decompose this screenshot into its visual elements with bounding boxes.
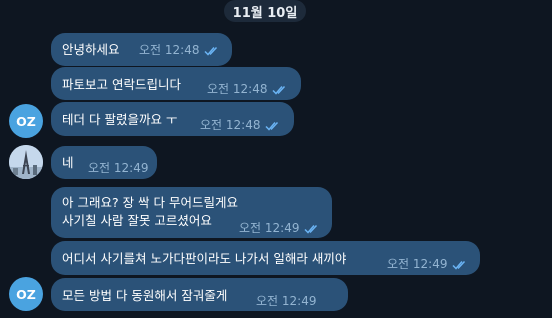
message-bubble[interactable]: 네 오전 12:49 <box>51 146 157 179</box>
double-check-icon <box>204 46 218 56</box>
message-text: 어디서 사기를쳐 노가다판이라도 나가서 일해라 새끼야 <box>62 251 347 266</box>
double-check-icon <box>265 121 279 131</box>
message-text: 네 <box>62 155 74 170</box>
message-text-line2: 사기칠 사람 잘못 고르셨어요 <box>62 213 212 228</box>
avatar-initials: OZ <box>16 286 36 302</box>
message-text: 파토보고 연락드립니다 <box>62 77 181 92</box>
message-bubble[interactable]: 안녕하세요 오전 12:48 <box>51 33 232 66</box>
message-bubble[interactable]: 모든 방법 다 동원해서 잠궈줄게 오전 12:49 <box>51 278 348 311</box>
message-meta: 오전 12:49 <box>239 219 320 238</box>
message-meta: 오전 12:49 <box>88 159 148 178</box>
date-label: 11월 10일 <box>232 5 298 21</box>
avatar-initials: OZ <box>16 113 36 129</box>
double-check-icon <box>304 224 318 234</box>
date-separator: 11월 10일 <box>224 0 306 22</box>
message-meta: 오전 12:48 <box>200 116 281 135</box>
message-time: 오전 12:49 <box>387 257 448 271</box>
message-text: 모든 방법 다 동원해서 잠궈줄게 <box>62 288 228 303</box>
avatar-oz[interactable]: OZ <box>9 104 43 138</box>
eiffel-tower-icon <box>9 145 43 179</box>
message-text: 안녕하세요 <box>62 42 120 57</box>
message-time: 오전 12:48 <box>207 82 268 96</box>
message-time: 오전 12:49 <box>239 221 300 235</box>
message-time: 오전 12:48 <box>200 118 261 132</box>
double-check-icon <box>452 260 466 270</box>
message-time: 오전 12:49 <box>256 294 317 308</box>
message-meta: 오전 12:48 <box>139 41 220 60</box>
message-bubble[interactable]: 파토보고 연락드립니다 오전 12:48 <box>51 67 301 100</box>
message-bubble[interactable]: 아 그래요? 장 싹 다 무어드릴게요 사기칠 사람 잘못 고르셨어요 오전 1… <box>51 187 332 238</box>
message-bubble[interactable]: 어디서 사기를쳐 노가다판이라도 나가서 일해라 새끼야 오전 12:49 <box>51 241 480 275</box>
message-meta: 오전 12:49 <box>256 292 316 311</box>
message-time: 오전 12:48 <box>139 43 200 57</box>
message-bubble[interactable]: 테더 다 팔렸을까요 ㅜ 오전 12:48 <box>51 102 294 136</box>
message-text: 테더 다 팔렸을까요 ㅜ <box>62 112 178 127</box>
message-meta: 오전 12:48 <box>207 80 288 99</box>
message-text-line1: 아 그래요? 장 싹 다 무어드릴게요 <box>62 195 239 210</box>
avatar-oz[interactable]: OZ <box>9 277 43 311</box>
message-time: 오전 12:49 <box>88 161 149 175</box>
message-meta: 오전 12:49 <box>387 255 468 274</box>
avatar-photo[interactable] <box>9 145 43 179</box>
double-check-icon <box>272 85 286 95</box>
